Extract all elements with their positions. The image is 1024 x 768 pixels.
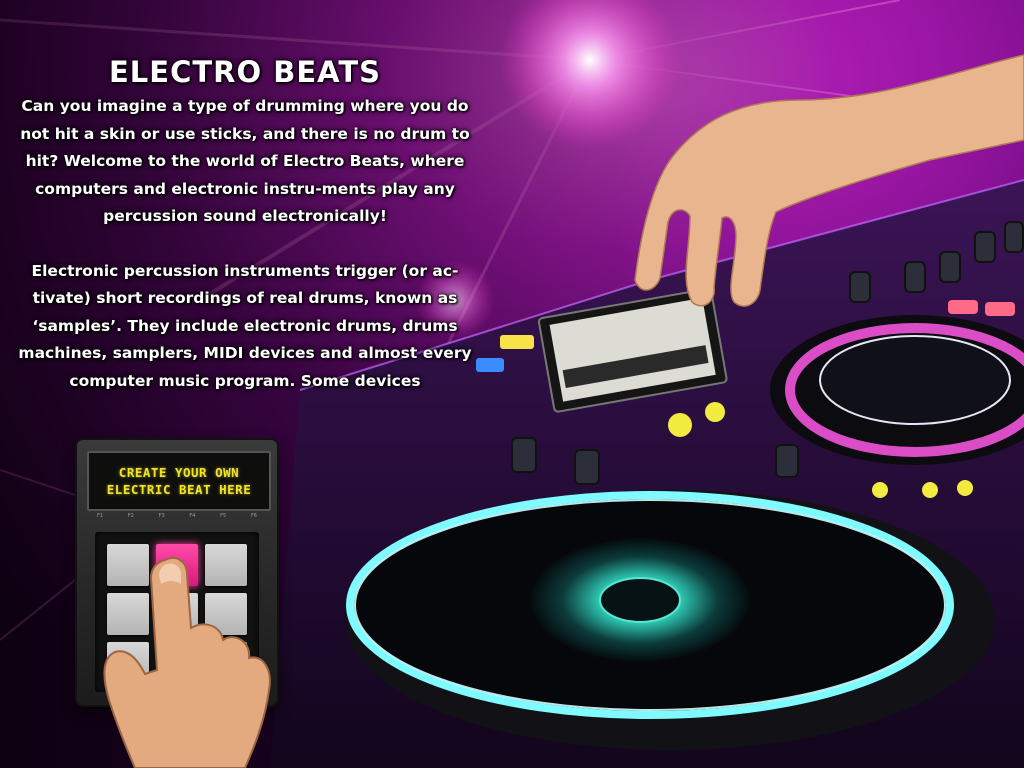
- fn-label: F1: [97, 513, 104, 519]
- pointing-hand-icon: [103, 556, 271, 768]
- intro-text-block: ELECTRO BEATS Can you imagine a type of …: [10, 55, 480, 395]
- lcd-screen: CREATE YOUR OWN ELECTRIC BEAT HERE: [87, 451, 271, 511]
- function-key-labels: F1 F2 F3 F4 F5 F6: [97, 513, 257, 521]
- fn-label: F3: [158, 513, 165, 519]
- fn-label: F5: [220, 513, 227, 519]
- intro-paragraph: Can you imagine a type of drumming where…: [20, 97, 470, 225]
- page-title: ELECTRO BEATS: [108, 55, 382, 89]
- samples-paragraph: Electronic percussion instruments trigge…: [18, 261, 472, 390]
- fn-label: F6: [250, 513, 257, 519]
- fn-label: F2: [127, 513, 134, 519]
- lcd-line-1: CREATE YOUR OWN: [118, 465, 240, 480]
- lcd-line-2: ELECTRIC BEAT HERE: [106, 482, 252, 497]
- fn-label: F4: [189, 513, 196, 519]
